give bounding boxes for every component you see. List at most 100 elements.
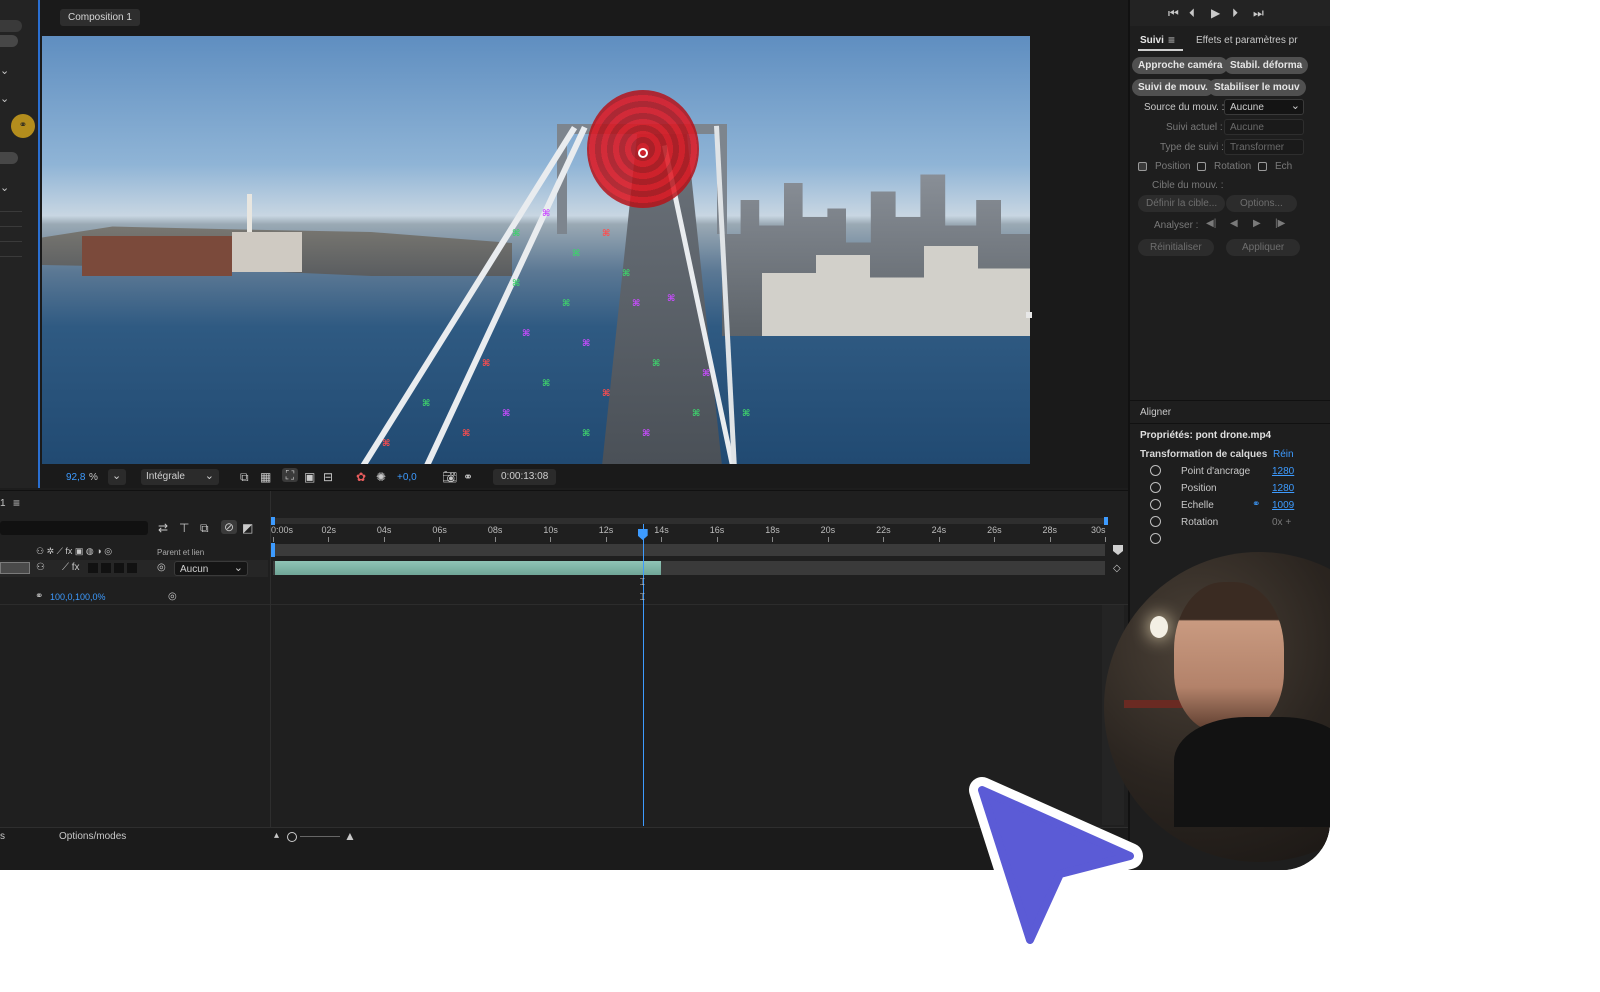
type-dropdown[interactable]: Transformer: [1224, 139, 1304, 155]
zoom-out-icon[interactable]: ▴: [274, 830, 279, 841]
current-time-display[interactable]: 0:00:13:08: [493, 469, 557, 485]
layer-bar[interactable]: [275, 561, 662, 575]
pick-whip-icon[interactable]: ◎: [157, 562, 166, 573]
collapsed-field[interactable]: [0, 152, 18, 164]
position-checkbox[interactable]: [1138, 162, 1147, 171]
collapsed-field[interactable]: [0, 35, 18, 47]
color-channels-icon[interactable]: ✿: [356, 470, 366, 484]
frame-blending-icon[interactable]: ⊘: [221, 520, 237, 534]
options-modes-toggle[interactable]: Options/modes: [59, 831, 126, 842]
appliquer-button[interactable]: Appliquer: [1226, 239, 1301, 256]
suivi-actuel-dropdown[interactable]: Aucune: [1224, 119, 1304, 135]
view-options-icon[interactable]: ⊟: [323, 470, 333, 484]
panel-menu-icon[interactable]: ≡: [13, 496, 20, 510]
parent-dropdown[interactable]: Aucun ⌄: [174, 561, 248, 576]
stopwatch-icon[interactable]: [1150, 465, 1161, 476]
exposure-value[interactable]: +0,0: [397, 472, 417, 483]
switch-box[interactable]: [114, 563, 124, 573]
options-button[interactable]: Options...: [1226, 195, 1297, 212]
work-area-bar[interactable]: [271, 518, 1107, 524]
skip-end-icon[interactable]: ⏭︎: [1253, 6, 1264, 20]
scale-value[interactable]: 1009: [1272, 500, 1294, 511]
svg-text:⌘: ⌘: [642, 429, 650, 439]
pick-whip-icon[interactable]: ◎: [168, 591, 177, 602]
echelle-checkbox[interactable]: [1258, 162, 1267, 171]
skip-start-icon[interactable]: ⏮︎: [1168, 6, 1179, 20]
viewer-anchor-handle[interactable]: [1026, 312, 1032, 318]
transparency-grid-icon[interactable]: ▦: [260, 470, 271, 484]
chevron-down-icon[interactable]: ⌄: [0, 64, 9, 77]
zoom-slider-track[interactable]: [300, 836, 340, 837]
stabiliser-le-mouv-button[interactable]: Stabiliser le mouv: [1208, 79, 1306, 96]
aligner-tab[interactable]: Aligner: [1140, 407, 1171, 418]
draft-3d-icon[interactable]: ⊤: [179, 521, 189, 535]
comp-end-marker-icon[interactable]: [1113, 545, 1123, 555]
switch-box[interactable]: [127, 563, 137, 573]
stopwatch-icon[interactable]: [1150, 482, 1161, 493]
start-marker[interactable]: [271, 543, 275, 557]
analyze-forward-step-icon[interactable]: |▶: [1275, 218, 1285, 229]
fast-previews-icon[interactable]: ⧉: [240, 470, 249, 484]
rotation-value[interactable]: 0x +: [1272, 517, 1291, 528]
reinit-link[interactable]: Réin: [1273, 449, 1294, 460]
layer-row[interactable]: ⚇ ⟋ fx ◎ Aucun ⌄: [0, 560, 268, 577]
parent-header: Parent et lien: [157, 548, 205, 557]
region-of-interest-icon[interactable]: ⛶: [282, 468, 298, 482]
zoom-in-icon[interactable]: ▲: [344, 829, 356, 843]
stopwatch-icon[interactable]: [1150, 499, 1161, 510]
zoom-value[interactable]: 92,8: [66, 472, 85, 483]
collapsed-field[interactable]: [0, 20, 22, 32]
source-dropdown[interactable]: Aucune ⌄: [1224, 99, 1304, 115]
work-area-end-handle[interactable]: [1104, 517, 1108, 525]
track-point-handle[interactable]: [638, 148, 648, 158]
stopwatch-icon[interactable]: [1150, 533, 1161, 544]
step-forward-icon[interactable]: ⏵︎: [1232, 6, 1238, 20]
shy-switch-icon[interactable]: ⚇: [36, 562, 45, 573]
hide-shy-layers-icon[interactable]: ⧉: [200, 521, 209, 535]
position-value[interactable]: 1280: [1272, 483, 1294, 494]
zoom-slider-handle[interactable]: [287, 832, 297, 842]
analyze-back-step-icon[interactable]: ◀|: [1206, 218, 1216, 229]
constrain-proportions-icon[interactable]: ⚭: [35, 591, 43, 602]
composition-mini-flowchart-icon[interactable]: ⇄: [158, 521, 168, 535]
analyze-forward-icon[interactable]: ▶: [1253, 218, 1261, 229]
composition-tab[interactable]: Composition 1: [60, 9, 140, 26]
snapshot-icon[interactable]: 📷︎: [442, 470, 457, 484]
keyframe-navigator-icon[interactable]: ◇: [1113, 563, 1121, 574]
stopwatch-icon[interactable]: [1150, 516, 1161, 527]
step-back-icon[interactable]: ⏴︎: [1189, 6, 1195, 20]
work-area-start-handle[interactable]: [271, 517, 275, 525]
analyze-backward-icon[interactable]: ◀: [1230, 218, 1238, 229]
chevron-down-icon[interactable]: ⌄: [0, 181, 9, 194]
mask-visibility-icon[interactable]: ▣: [304, 470, 315, 484]
play-icon[interactable]: ▶︎: [1211, 6, 1220, 20]
tab-effets[interactable]: Effets et paramètres pr: [1196, 35, 1298, 46]
stabil-deforma-button[interactable]: Stabil. déforma: [1224, 57, 1309, 74]
panel-menu-icon[interactable]: ≡: [1168, 33, 1175, 47]
show-snapshot-icon[interactable]: ⚭: [463, 470, 473, 484]
pick-whip-icon[interactable]: ⚭: [11, 114, 35, 138]
scale-value[interactable]: 100,0,100,0%: [50, 592, 106, 602]
anchor-point-value[interactable]: 1280: [1272, 466, 1294, 477]
zoom-dropdown-chevron-icon[interactable]: ⌄: [108, 469, 126, 485]
chevron-down-icon[interactable]: ⌄: [0, 92, 9, 105]
footer-left-label[interactable]: s: [0, 831, 5, 842]
playhead-line[interactable]: [642, 524, 644, 826]
timeline-search-input[interactable]: [0, 521, 148, 535]
link-icon[interactable]: ⚭: [1252, 499, 1260, 510]
layer-switches-icons[interactable]: ⟋ fx: [62, 562, 80, 573]
approche-camera-button[interactable]: Approche caméra: [1132, 57, 1229, 74]
motion-blur-icon[interactable]: ◩: [242, 521, 253, 535]
switch-box[interactable]: [88, 563, 98, 573]
exposure-reset-icon[interactable]: ✺: [376, 470, 386, 484]
reinitialiser-button[interactable]: Réinitialiser: [1138, 239, 1214, 256]
suivi-de-mouv-button[interactable]: Suivi de mouv.: [1132, 79, 1214, 96]
layer-color-label[interactable]: [0, 562, 30, 574]
resolution-dropdown[interactable]: Intégrale ⌄: [141, 469, 219, 485]
tab-suivi[interactable]: Suivi: [1140, 35, 1164, 46]
timeline-tab-label[interactable]: 1: [0, 498, 6, 509]
composition-viewer[interactable]: ⌘ ⌘ ⌘ ⌘ ⌘ ⌘ ⌘ ⌘ ⌘ ⌘ ⌘ ⌘ ⌘ ⌘ ⌘ ⌘ ⌘ ⌘ ⌘ ⌘ ⌘ ⌘ ⌘ ⌘: [42, 36, 1030, 464]
switch-box[interactable]: [101, 563, 111, 573]
rotation-checkbox[interactable]: [1197, 162, 1206, 171]
definir-cible-button[interactable]: Définir la cible...: [1138, 195, 1226, 212]
